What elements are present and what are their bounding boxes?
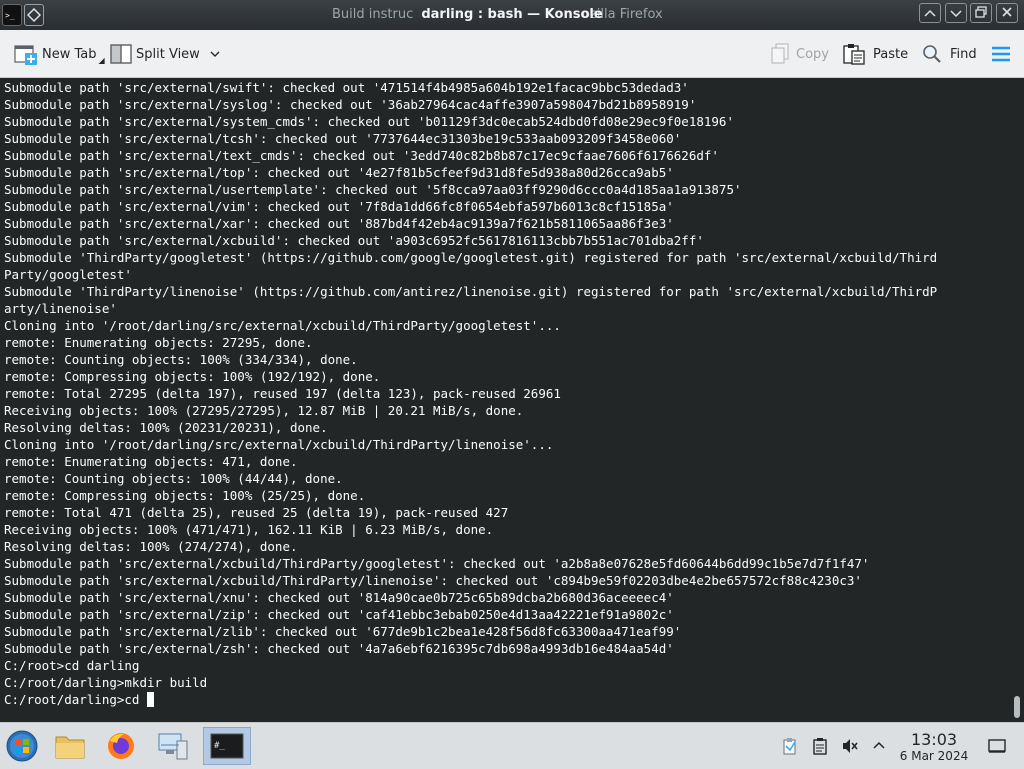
- konsole-toolbar: New Tab ◢ Split View Copy Paste Find: [0, 30, 1024, 78]
- terminal-line: remote: Enumerating objects: 27295, done…: [4, 335, 313, 350]
- clock-date: 6 Mar 2024: [899, 749, 969, 763]
- terminal-line: Submodule path 'src/external/zlib': chec…: [4, 624, 682, 639]
- split-view-label: Split View: [136, 46, 200, 62]
- terminal-line: Submodule path 'src/external/xcbuild/Thi…: [4, 556, 870, 571]
- tray-volume-muted[interactable]: [841, 737, 859, 755]
- start-menu-button[interactable]: [3, 727, 41, 765]
- firefox-icon: [108, 733, 134, 759]
- terminal-output[interactable]: Submodule path 'src/external/swift': che…: [0, 78, 1010, 722]
- terminal-line: remote: Counting objects: 100% (334/334)…: [4, 352, 358, 367]
- terminal-prompt: C:/root/darling>cd: [4, 692, 147, 707]
- terminal-line: Cloning into '/root/darling/src/external…: [4, 318, 561, 333]
- terminal-line: Submodule path 'src/external/xar': check…: [4, 216, 674, 231]
- terminal-line: Submodule path 'src/external/tcsh': chec…: [4, 131, 682, 146]
- folder-icon: [55, 736, 85, 759]
- terminal-line: remote: Compressing objects: 100% (25/25…: [4, 488, 366, 503]
- terminal-scrollbar[interactable]: [1010, 78, 1024, 722]
- window-title: Build instruc ozilla Firefox darling : b…: [0, 0, 1024, 30]
- klipper-icon: [783, 738, 796, 755]
- terminal-line: Submodule path 'src/external/top': check…: [4, 165, 674, 180]
- terminal-line: Submodule path 'src/external/xcbuild/Thi…: [4, 573, 862, 588]
- start-orb-icon: [6, 730, 38, 762]
- volume-muted-icon: [843, 739, 858, 753]
- paste-icon: [843, 44, 865, 65]
- terminal-line: Submodule path 'src/external/syslog': ch…: [4, 97, 697, 112]
- computer-settings-icon: [158, 733, 188, 760]
- taskbar-konsole[interactable]: #_: [203, 727, 251, 765]
- terminal-line: C:/root/darling>mkdir build: [4, 675, 208, 690]
- hamburger-menu-button[interactable]: [990, 41, 1012, 67]
- show-desktop-button[interactable]: [988, 737, 1006, 755]
- keep-above-button[interactable]: [919, 3, 941, 23]
- terminal-line: Submodule path 'src/external/swift': che…: [4, 80, 689, 95]
- terminal-line: Submodule path 'src/external/vim': check…: [4, 199, 674, 214]
- terminal-line: remote: Enumerating objects: 471, done.: [4, 454, 298, 469]
- terminal-line: arty/linenoise': [4, 301, 117, 316]
- window-titlebar[interactable]: >_ Build instruc ozilla Firefox darling …: [0, 0, 1024, 30]
- split-view-button[interactable]: Split View: [110, 41, 222, 67]
- new-tab-dropdown-icon[interactable]: ◢: [99, 56, 105, 65]
- terminal-line: Submodule path 'src/external/xnu': check…: [4, 590, 674, 605]
- terminal-line: Receiving objects: 100% (471/471), 162.1…: [4, 522, 494, 537]
- taskbar-system-settings[interactable]: [154, 727, 192, 765]
- clipboard-icon: [813, 738, 827, 755]
- taskbar-file-manager[interactable]: [51, 727, 89, 765]
- chevron-up-icon: [873, 741, 885, 749]
- terminal-line: Resolving deltas: 100% (20231/20231), do…: [4, 420, 328, 435]
- scrollbar-thumb[interactable]: [1014, 696, 1020, 718]
- hamburger-menu-icon: [992, 46, 1010, 62]
- terminal-line: remote: Compressing objects: 100% (192/1…: [4, 369, 381, 384]
- terminal-line: Cloning into '/root/darling/src/external…: [4, 437, 554, 452]
- terminal-text: Submodule path 'src/external/swift': che…: [0, 78, 1010, 708]
- new-tab-button[interactable]: New Tab ◢: [14, 41, 105, 67]
- terminal-line: remote: Total 471 (delta 25), reused 25 …: [4, 505, 509, 520]
- terminal-line: remote: Total 27295 (delta 197), reused …: [4, 386, 561, 401]
- terminal-cursor: [147, 692, 154, 707]
- minimize-button[interactable]: [945, 3, 967, 23]
- new-tab-label: New Tab: [42, 46, 97, 62]
- background-window-title: Build instruc: [332, 7, 414, 22]
- terminal-line: Resolving deltas: 100% (274/274), done.: [4, 539, 298, 554]
- tray-expand-button[interactable]: [870, 737, 888, 755]
- paste-button[interactable]: Paste: [843, 41, 908, 67]
- terminal-line: Submodule 'ThirdParty/linenoise' (https:…: [4, 284, 938, 299]
- terminal-line: Submodule path 'src/external/zip': check…: [4, 607, 674, 622]
- show-desktop-icon: [988, 739, 1006, 753]
- terminal-line: Submodule path 'src/external/system_cmds…: [4, 114, 734, 129]
- terminal-line: Submodule path 'src/external/usertemplat…: [4, 182, 742, 197]
- split-view-icon: [110, 44, 132, 64]
- svg-text:#_: #_: [214, 741, 225, 751]
- terminal-icon: #_: [210, 733, 244, 759]
- paste-label: Paste: [873, 46, 909, 62]
- maximize-button[interactable]: [970, 3, 992, 23]
- window-title-text: darling : bash — Konsole: [421, 7, 603, 22]
- terminal-line: Submodule 'ThirdParty/googletest' (https…: [4, 250, 938, 265]
- copy-icon: [771, 43, 789, 64]
- copy-label: Copy: [796, 46, 829, 62]
- terminal-line: C:/root>cd darling: [4, 658, 140, 673]
- find-label: Find: [950, 46, 977, 62]
- close-button[interactable]: [996, 3, 1018, 23]
- taskbar: #_ 13:03 6 Mar 2024: [0, 722, 1024, 769]
- terminal-line: Receiving objects: 100% (27295/27295), 1…: [4, 403, 524, 418]
- terminal-line: Submodule path 'src/external/zsh': check…: [4, 641, 674, 656]
- terminal-line: Submodule path 'src/external/xcbuild': c…: [4, 233, 704, 248]
- copy-button[interactable]: Copy: [770, 41, 829, 67]
- chevron-down-icon[interactable]: [208, 47, 222, 61]
- taskbar-clock[interactable]: 13:03 6 Mar 2024: [894, 730, 974, 764]
- terminal-line: Submodule path 'src/external/text_cmds':…: [4, 148, 719, 163]
- new-tab-icon: [14, 45, 37, 65]
- search-icon: [923, 45, 941, 63]
- terminal-line: remote: Counting objects: 100% (44/44), …: [4, 471, 343, 486]
- taskbar-firefox[interactable]: [102, 727, 140, 765]
- tray-clipboard-manager[interactable]: [781, 737, 799, 755]
- tray-clipboard[interactable]: [811, 737, 829, 755]
- terminal-line: Party/googletest': [4, 267, 132, 282]
- find-button[interactable]: Find: [922, 41, 977, 67]
- clock-time: 13:03: [910, 730, 958, 749]
